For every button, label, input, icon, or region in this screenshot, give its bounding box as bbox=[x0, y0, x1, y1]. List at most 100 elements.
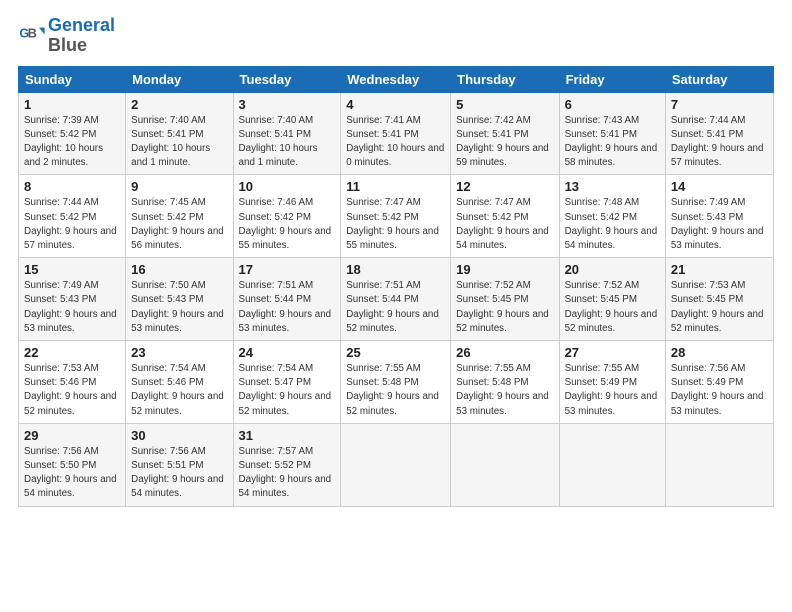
calendar-cell: 31 Sunrise: 7:57 AMSunset: 5:52 PMDaylig… bbox=[233, 423, 341, 506]
day-info: Sunrise: 7:50 AMSunset: 5:43 PMDaylight:… bbox=[131, 279, 227, 336]
calendar-cell: 16 Sunrise: 7:50 AMSunset: 5:43 PMDaylig… bbox=[126, 258, 233, 341]
day-number: 14 bbox=[671, 179, 768, 194]
logo-icon: G B bbox=[18, 22, 46, 50]
day-info: Sunrise: 7:43 AMSunset: 5:41 PMDaylight:… bbox=[565, 114, 660, 171]
calendar-cell: 23 Sunrise: 7:54 AMSunset: 5:46 PMDaylig… bbox=[126, 341, 233, 424]
calendar-cell: 2 Sunrise: 7:40 AMSunset: 5:41 PMDayligh… bbox=[126, 92, 233, 175]
day-info: Sunrise: 7:42 AMSunset: 5:41 PMDaylight:… bbox=[456, 114, 553, 171]
calendar-cell bbox=[341, 423, 451, 506]
calendar-cell: 22 Sunrise: 7:53 AMSunset: 5:46 PMDaylig… bbox=[19, 341, 126, 424]
day-number: 9 bbox=[131, 179, 227, 194]
day-info: Sunrise: 7:56 AMSunset: 5:50 PMDaylight:… bbox=[24, 445, 120, 502]
day-info: Sunrise: 7:55 AMSunset: 5:48 PMDaylight:… bbox=[346, 362, 445, 419]
day-number: 12 bbox=[456, 179, 553, 194]
day-info: Sunrise: 7:44 AMSunset: 5:42 PMDaylight:… bbox=[24, 196, 120, 253]
calendar-cell: 19 Sunrise: 7:52 AMSunset: 5:45 PMDaylig… bbox=[451, 258, 559, 341]
day-number: 16 bbox=[131, 262, 227, 277]
calendar-cell: 20 Sunrise: 7:52 AMSunset: 5:45 PMDaylig… bbox=[559, 258, 665, 341]
calendar-cell: 5 Sunrise: 7:42 AMSunset: 5:41 PMDayligh… bbox=[451, 92, 559, 175]
day-info: Sunrise: 7:41 AMSunset: 5:41 PMDaylight:… bbox=[346, 114, 445, 171]
calendar-cell: 9 Sunrise: 7:45 AMSunset: 5:42 PMDayligh… bbox=[126, 175, 233, 258]
day-number: 4 bbox=[346, 97, 445, 112]
calendar-cell bbox=[559, 423, 665, 506]
day-info: Sunrise: 7:57 AMSunset: 5:52 PMDaylight:… bbox=[239, 445, 336, 502]
day-number: 5 bbox=[456, 97, 553, 112]
day-number: 11 bbox=[346, 179, 445, 194]
calendar-cell: 1 Sunrise: 7:39 AMSunset: 5:42 PMDayligh… bbox=[19, 92, 126, 175]
col-header-monday: Monday bbox=[126, 66, 233, 92]
svg-text:B: B bbox=[28, 26, 37, 40]
day-number: 29 bbox=[24, 428, 120, 443]
col-header-thursday: Thursday bbox=[451, 66, 559, 92]
day-info: Sunrise: 7:49 AMSunset: 5:43 PMDaylight:… bbox=[671, 196, 768, 253]
calendar-cell: 11 Sunrise: 7:47 AMSunset: 5:42 PMDaylig… bbox=[341, 175, 451, 258]
day-info: Sunrise: 7:47 AMSunset: 5:42 PMDaylight:… bbox=[456, 196, 553, 253]
logo-text: General Blue bbox=[48, 16, 115, 56]
day-number: 26 bbox=[456, 345, 553, 360]
col-header-tuesday: Tuesday bbox=[233, 66, 341, 92]
day-number: 15 bbox=[24, 262, 120, 277]
day-info: Sunrise: 7:53 AMSunset: 5:46 PMDaylight:… bbox=[24, 362, 120, 419]
day-info: Sunrise: 7:53 AMSunset: 5:45 PMDaylight:… bbox=[671, 279, 768, 336]
day-info: Sunrise: 7:40 AMSunset: 5:41 PMDaylight:… bbox=[131, 114, 227, 171]
calendar-cell: 18 Sunrise: 7:51 AMSunset: 5:44 PMDaylig… bbox=[341, 258, 451, 341]
day-info: Sunrise: 7:46 AMSunset: 5:42 PMDaylight:… bbox=[239, 196, 336, 253]
calendar-cell bbox=[451, 423, 559, 506]
day-info: Sunrise: 7:44 AMSunset: 5:41 PMDaylight:… bbox=[671, 114, 768, 171]
day-info: Sunrise: 7:52 AMSunset: 5:45 PMDaylight:… bbox=[456, 279, 553, 336]
day-number: 17 bbox=[239, 262, 336, 277]
col-header-saturday: Saturday bbox=[665, 66, 773, 92]
calendar-cell: 3 Sunrise: 7:40 AMSunset: 5:41 PMDayligh… bbox=[233, 92, 341, 175]
day-number: 1 bbox=[24, 97, 120, 112]
calendar-week-row: 15 Sunrise: 7:49 AMSunset: 5:43 PMDaylig… bbox=[19, 258, 774, 341]
calendar-cell: 7 Sunrise: 7:44 AMSunset: 5:41 PMDayligh… bbox=[665, 92, 773, 175]
calendar-cell: 6 Sunrise: 7:43 AMSunset: 5:41 PMDayligh… bbox=[559, 92, 665, 175]
calendar-cell: 8 Sunrise: 7:44 AMSunset: 5:42 PMDayligh… bbox=[19, 175, 126, 258]
calendar-week-row: 22 Sunrise: 7:53 AMSunset: 5:46 PMDaylig… bbox=[19, 341, 774, 424]
day-number: 24 bbox=[239, 345, 336, 360]
logo-line1: General bbox=[48, 15, 115, 35]
calendar-cell: 4 Sunrise: 7:41 AMSunset: 5:41 PMDayligh… bbox=[341, 92, 451, 175]
calendar-cell: 13 Sunrise: 7:48 AMSunset: 5:42 PMDaylig… bbox=[559, 175, 665, 258]
day-info: Sunrise: 7:55 AMSunset: 5:48 PMDaylight:… bbox=[456, 362, 553, 419]
calendar-week-row: 8 Sunrise: 7:44 AMSunset: 5:42 PMDayligh… bbox=[19, 175, 774, 258]
day-info: Sunrise: 7:49 AMSunset: 5:43 PMDaylight:… bbox=[24, 279, 120, 336]
day-number: 25 bbox=[346, 345, 445, 360]
day-number: 20 bbox=[565, 262, 660, 277]
calendar-cell: 15 Sunrise: 7:49 AMSunset: 5:43 PMDaylig… bbox=[19, 258, 126, 341]
calendar-cell: 27 Sunrise: 7:55 AMSunset: 5:49 PMDaylig… bbox=[559, 341, 665, 424]
header: G B General Blue bbox=[18, 16, 774, 56]
day-info: Sunrise: 7:39 AMSunset: 5:42 PMDaylight:… bbox=[24, 114, 120, 171]
day-number: 6 bbox=[565, 97, 660, 112]
day-number: 31 bbox=[239, 428, 336, 443]
day-number: 18 bbox=[346, 262, 445, 277]
col-header-sunday: Sunday bbox=[19, 66, 126, 92]
day-info: Sunrise: 7:56 AMSunset: 5:51 PMDaylight:… bbox=[131, 445, 227, 502]
calendar-week-row: 29 Sunrise: 7:56 AMSunset: 5:50 PMDaylig… bbox=[19, 423, 774, 506]
col-header-wednesday: Wednesday bbox=[341, 66, 451, 92]
calendar-cell: 24 Sunrise: 7:54 AMSunset: 5:47 PMDaylig… bbox=[233, 341, 341, 424]
day-info: Sunrise: 7:52 AMSunset: 5:45 PMDaylight:… bbox=[565, 279, 660, 336]
day-number: 7 bbox=[671, 97, 768, 112]
day-info: Sunrise: 7:47 AMSunset: 5:42 PMDaylight:… bbox=[346, 196, 445, 253]
calendar-cell: 29 Sunrise: 7:56 AMSunset: 5:50 PMDaylig… bbox=[19, 423, 126, 506]
day-number: 2 bbox=[131, 97, 227, 112]
day-number: 23 bbox=[131, 345, 227, 360]
day-number: 8 bbox=[24, 179, 120, 194]
logo: G B General Blue bbox=[18, 16, 115, 56]
day-info: Sunrise: 7:51 AMSunset: 5:44 PMDaylight:… bbox=[239, 279, 336, 336]
day-info: Sunrise: 7:54 AMSunset: 5:47 PMDaylight:… bbox=[239, 362, 336, 419]
calendar-week-row: 1 Sunrise: 7:39 AMSunset: 5:42 PMDayligh… bbox=[19, 92, 774, 175]
calendar-cell: 10 Sunrise: 7:46 AMSunset: 5:42 PMDaylig… bbox=[233, 175, 341, 258]
day-number: 22 bbox=[24, 345, 120, 360]
day-number: 30 bbox=[131, 428, 227, 443]
page: G B General Blue SundayMondayTuesdayWedn… bbox=[0, 0, 792, 612]
col-header-friday: Friday bbox=[559, 66, 665, 92]
calendar-cell: 25 Sunrise: 7:55 AMSunset: 5:48 PMDaylig… bbox=[341, 341, 451, 424]
logo-line2: Blue bbox=[48, 35, 87, 55]
day-info: Sunrise: 7:54 AMSunset: 5:46 PMDaylight:… bbox=[131, 362, 227, 419]
day-number: 21 bbox=[671, 262, 768, 277]
day-number: 13 bbox=[565, 179, 660, 194]
day-info: Sunrise: 7:55 AMSunset: 5:49 PMDaylight:… bbox=[565, 362, 660, 419]
day-number: 28 bbox=[671, 345, 768, 360]
